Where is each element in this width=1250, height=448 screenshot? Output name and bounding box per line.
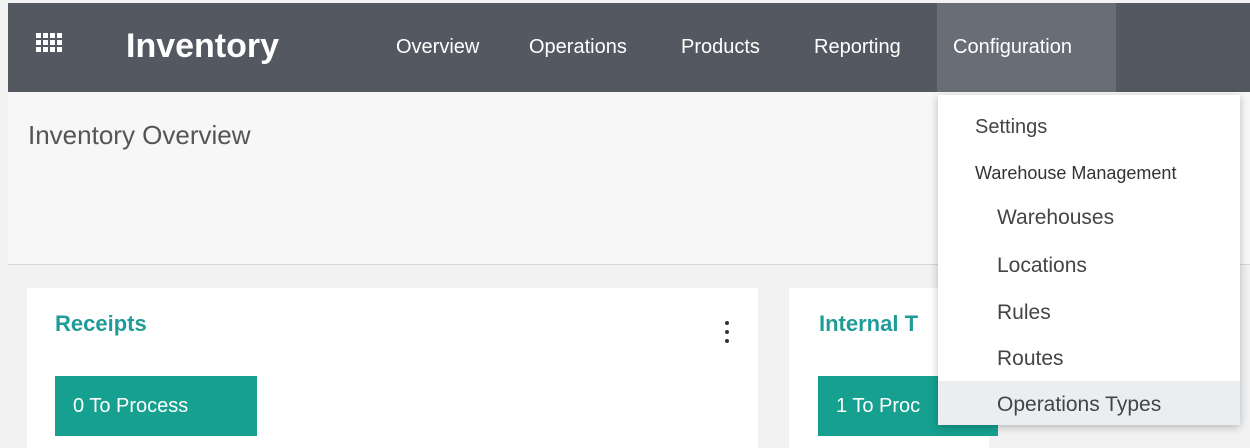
configuration-dropdown: Settings Warehouse Management Warehouses… [938,95,1240,425]
dropdown-item-locations[interactable]: Locations [938,254,1240,278]
dropdown-item-operations-types[interactable]: Operations Types [938,381,1240,425]
app-brand[interactable]: Inventory [126,27,279,66]
dropdown-item-routes[interactable]: Routes [938,347,1240,371]
dropdown-item-rules[interactable]: Rules [938,301,1240,325]
card-title-receipts[interactable]: Receipts [55,311,147,337]
dropdown-item-settings[interactable]: Settings [938,116,1240,139]
receipts-to-process-button[interactable]: 0 To Process [55,376,257,436]
menu-configuration-label: Configuration [953,36,1072,58]
apps-grid-icon[interactable] [36,33,62,53]
card-title-internal[interactable]: Internal T [819,311,918,337]
receipts-card: Receipts 0 To Process [27,288,758,448]
dropdown-section-warehouse-management: Warehouse Management [975,163,1177,183]
page-title: Inventory Overview [28,120,251,150]
menu-configuration[interactable]: Configuration [937,3,1116,92]
menu-reporting[interactable]: Reporting [814,36,901,59]
menu-products[interactable]: Products [681,36,760,59]
card-options-icon[interactable] [725,321,729,343]
menu-operations[interactable]: Operations [529,36,627,59]
dropdown-item-warehouses[interactable]: Warehouses [938,206,1240,230]
menu-overview[interactable]: Overview [396,36,479,59]
top-navbar: Inventory Overview Operations Products R… [8,3,1250,92]
